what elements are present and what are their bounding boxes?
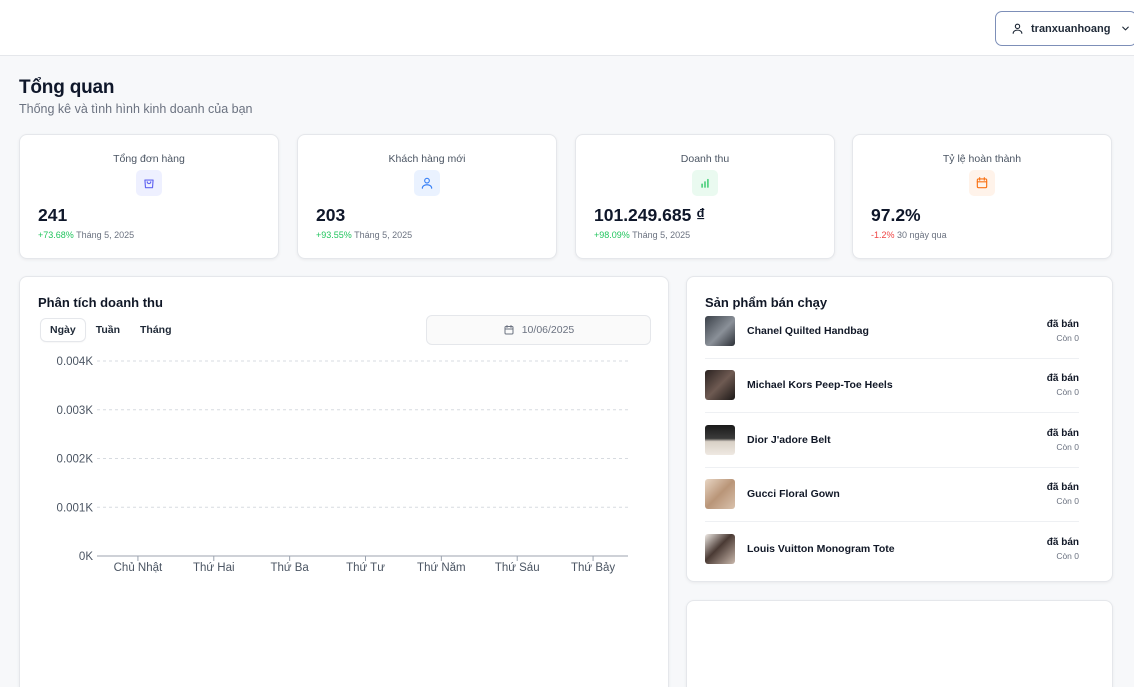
username: tranxuanhoang (1031, 22, 1111, 35)
stat-change-percent: +73.68% (38, 230, 74, 240)
stat-label: Doanh thu (680, 153, 730, 165)
stat-value: 101.249.685 ₫ (594, 205, 706, 225)
product-name: Chanel Quilted Handbag (747, 325, 869, 337)
product-thumbnail (705, 534, 735, 564)
x-tick-label: Thứ Sáu (495, 562, 540, 574)
revenue-chart: 0K 0.001K 0.002K 0.003K 0.004K Chủ Nhật Thứ Ha… (57, 356, 628, 574)
x-tick-label: Thứ Tư (346, 562, 385, 574)
revenue-analysis-card: Phân tích doanh thu Ngày Tuần Tháng 10/0… (19, 276, 669, 687)
product-sold: đã bán (1046, 319, 1079, 330)
y-tick-label: 0K (79, 551, 93, 563)
stat-change-percent: +98.09% (594, 230, 630, 240)
product-stock: Còn 0 (1056, 387, 1079, 397)
stat-label: Khách hàng mới (388, 153, 466, 165)
list-item[interactable]: Chanel Quilted Handbag đã bán Còn 0 (705, 316, 1095, 370)
y-tick-label: 0.002K (57, 454, 94, 466)
product-thumbnail (705, 370, 735, 400)
stat-value: 241 (38, 205, 68, 225)
shopping-bag-icon (136, 170, 162, 196)
list-item[interactable]: Gucci Floral Gown đã bán Còn 0 (705, 479, 1095, 533)
product-name: Louis Vuitton Monogram Tote (747, 543, 895, 555)
page-header: Tổng quan Thống kê và tình hình kinh doa… (19, 77, 253, 116)
product-name: Dior J'adore Belt (747, 434, 831, 446)
y-tick-label: 0.003K (57, 405, 94, 417)
y-tick-label: 0.001K (57, 502, 94, 514)
page-title: Tổng quan (19, 77, 115, 98)
chevron-down-icon (1122, 26, 1130, 31)
divider (705, 521, 1079, 522)
stat-period: Tháng 5, 2025 (632, 230, 691, 240)
divider (705, 412, 1079, 413)
best-sellers-card: Sản phẩm bán chạy Chanel Quilted Handbag… (686, 276, 1113, 582)
stat-period: Tháng 5, 2025 (76, 230, 135, 240)
stat-change: +73.68% Tháng 5, 2025 (38, 230, 134, 240)
product-stock: Còn 0 (1056, 496, 1079, 506)
stat-change: +98.09% Tháng 5, 2025 (594, 230, 690, 240)
product-name: Gucci Floral Gown (747, 488, 840, 500)
user-icon (414, 170, 440, 196)
stat-value: 97.2% (871, 205, 921, 225)
stat-card-orders: Tổng đơn hàng 241 +73.68% Tháng 5, 2025 (19, 134, 279, 259)
calendar-icon (969, 170, 995, 196)
product-sold: đã bán (1046, 373, 1079, 384)
stat-card-completion: Tỷ lệ hoàn thành 97.2% -1.2% 30 ngày qua (852, 134, 1112, 259)
bar-chart-icon (692, 170, 718, 196)
stat-period: Tháng 5, 2025 (354, 230, 413, 240)
page-subtitle: Thống kê và tình hình kinh doanh của bạn (19, 102, 253, 116)
x-tick-label: Thứ Năm (417, 562, 466, 574)
stat-change: -1.2% 30 ngày qua (871, 230, 947, 240)
best-sellers-title: Sản phẩm bán chạy (705, 295, 828, 310)
stat-period: 30 ngày qua (897, 230, 947, 240)
list-item[interactable]: Dior J'adore Belt đã bán Còn 0 (705, 425, 1095, 479)
product-sold: đã bán (1046, 482, 1079, 493)
product-thumbnail (705, 479, 735, 509)
product-thumbnail (705, 316, 735, 346)
user-icon (1012, 23, 1023, 34)
y-tick-label: 0.004K (57, 356, 94, 368)
stat-change-percent: -1.2% (871, 230, 895, 240)
product-name: Michael Kors Peep-Toe Heels (747, 379, 893, 391)
product-sold: đã bán (1046, 537, 1079, 548)
stat-change: +93.55% Tháng 5, 2025 (316, 230, 412, 240)
stat-label: Tỷ lệ hoàn thành (942, 153, 1022, 165)
stat-card-revenue: Doanh thu 101.249.685 ₫ +98.09% Tháng 5,… (575, 134, 835, 259)
empty-card (686, 600, 1113, 687)
stat-value: 203 (316, 205, 346, 225)
x-tick-label: Thứ Hai (193, 562, 235, 574)
stat-card-customers: Khách hàng mới 203 +93.55% Tháng 5, 2025 (297, 134, 557, 259)
divider (705, 358, 1079, 359)
product-stock: Còn 0 (1056, 551, 1079, 561)
product-stock: Còn 0 (1056, 333, 1079, 343)
list-item[interactable]: Louis Vuitton Monogram Tote đã bán Còn 0 (705, 534, 1095, 588)
list-item[interactable]: Michael Kors Peep-Toe Heels đã bán Còn 0 (705, 370, 1095, 424)
product-stock: Còn 0 (1056, 442, 1079, 452)
top-bar: tranxuanhoang (0, 0, 1134, 56)
stat-change-percent: +93.55% (316, 230, 352, 240)
user-menu-button[interactable]: tranxuanhoang (995, 11, 1134, 46)
x-tick-label: Thứ Ba (270, 562, 309, 574)
x-tick-label: Thứ Bảy (571, 562, 615, 574)
stat-label: Tổng đơn hàng (113, 153, 185, 165)
product-thumbnail (705, 425, 735, 455)
divider (705, 467, 1079, 468)
x-tick-label: Chủ Nhật (114, 562, 163, 574)
product-sold: đã bán (1046, 428, 1079, 439)
